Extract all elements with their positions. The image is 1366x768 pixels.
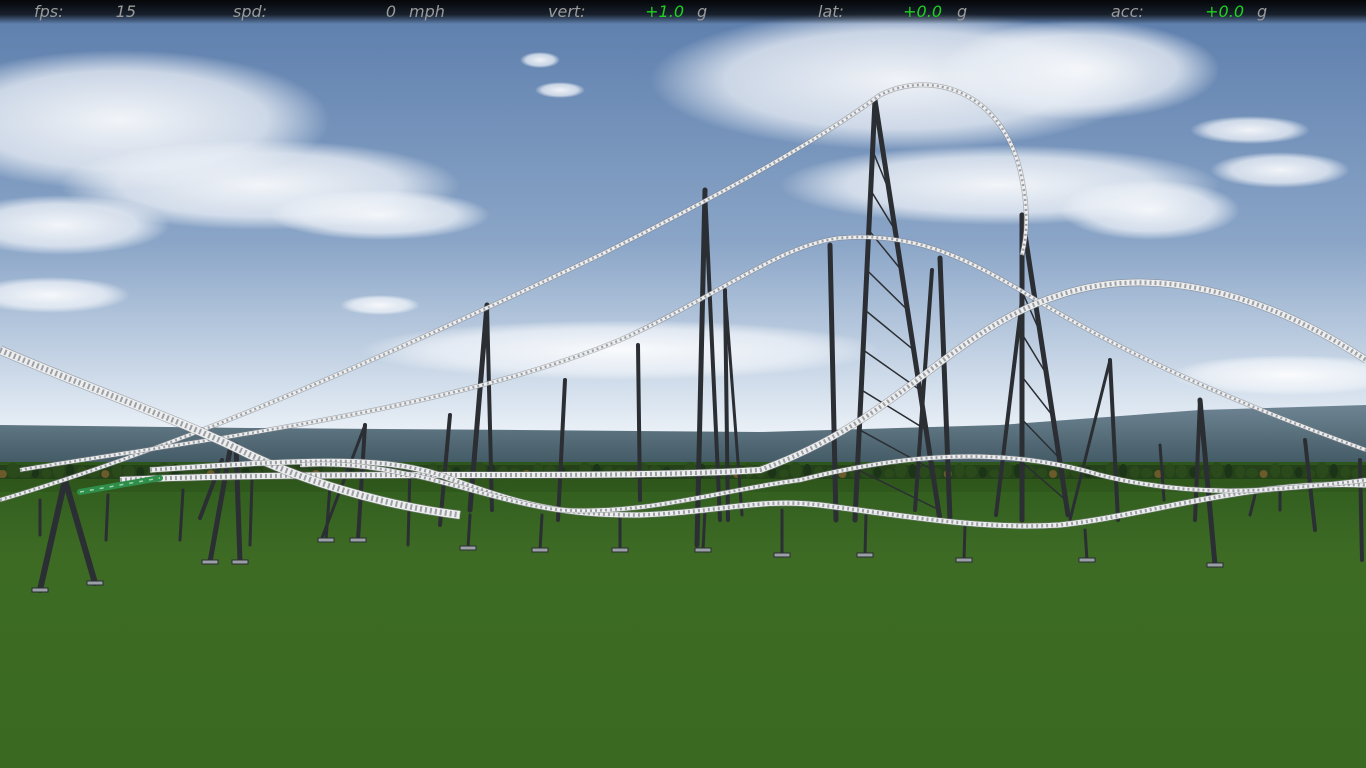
roller-coaster-scene[interactable] [0,0,1366,768]
speed-value: 0 [385,2,396,21]
speed-label: spd: [233,2,268,21]
vertical-g-value: +1.0 [645,2,684,21]
ride-viewport[interactable]: fps: 15 spd: 0 mph vert: +1.0 g lat: +0.… [0,0,1366,768]
lateral-g-value: +0.0 [903,2,942,21]
lateral-g-unit: g [957,2,968,21]
fps-label: fps: [34,2,64,21]
acceleration-value: +0.0 [1205,2,1244,21]
telemetry-hud: fps: 15 spd: 0 mph vert: +1.0 g lat: +0.… [0,0,1366,24]
fps-value: 15 [115,2,136,21]
lateral-g-label: lat: [818,2,844,21]
acceleration-label: acc: [1111,2,1144,21]
vertical-g-unit: g [697,2,708,21]
vertical-g-label: vert: [548,2,586,21]
acceleration-unit: g [1257,2,1268,21]
speed-unit: mph [409,2,445,21]
